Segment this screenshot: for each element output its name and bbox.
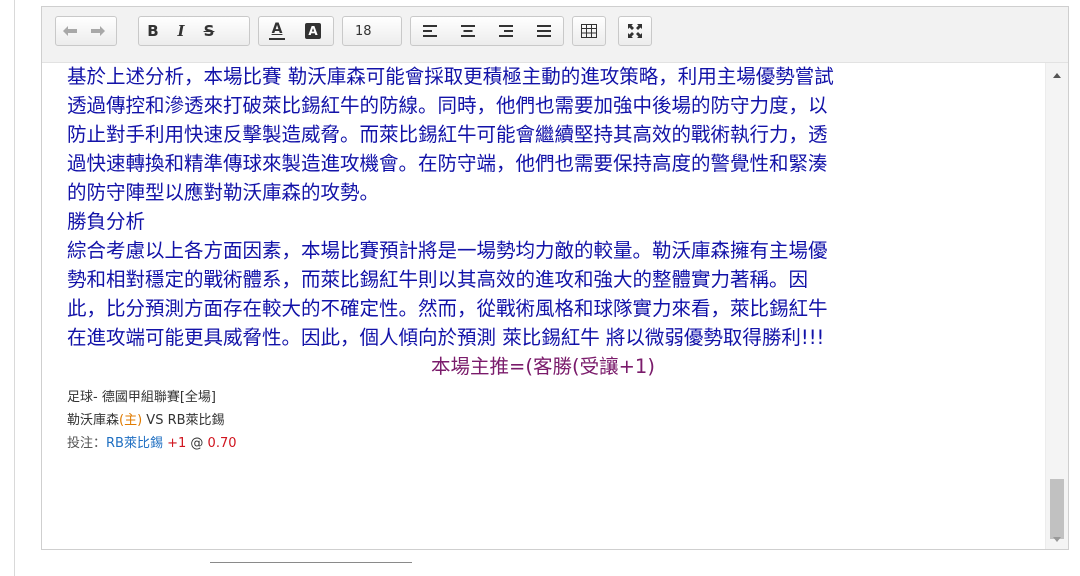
background-color-icon[interactable]: A: [295, 17, 331, 45]
scroll-up-arrow-icon[interactable]: [1046, 67, 1068, 83]
redo-icon[interactable]: [84, 17, 112, 45]
league-label: 足球- 德國甲組聯賽[全場]: [67, 390, 216, 405]
align-left-icon[interactable]: [416, 17, 444, 45]
paragraph-line: 防止對手利用快速反擊製造威脅。而萊比錫紅牛可能會繼續堅持其高效的戰術執行力，透: [67, 123, 828, 146]
page-left-divider: [14, 0, 15, 576]
align-right-icon[interactable]: [492, 17, 520, 45]
scrollbar-thumb[interactable]: [1050, 479, 1064, 539]
color-group: A A: [258, 16, 334, 46]
conclusion-line: 在進攻端可能更具威脅性。因此，個人傾向於預測 萊比錫紅牛 將以微弱優勢取得勝利!…: [67, 326, 825, 349]
undo-icon[interactable]: [56, 17, 84, 45]
conclusion-line: 此，比分預測方面存在較大的不確定性。然而，從戰術風格和球隊實力來看，萊比錫紅牛: [67, 297, 828, 320]
scroll-down-arrow-icon[interactable]: [1046, 531, 1068, 547]
bet-team: RB萊比錫: [106, 436, 163, 451]
paragraph-line: 的防守陣型以應對勒沃庫森的攻勢。: [67, 181, 380, 204]
vs-label: VS: [142, 413, 168, 428]
font-size-value: 18: [355, 23, 372, 39]
paragraph-line: 透過傳控和滲透來打破萊比錫紅牛的防線。同時，他們也需要加強中後場的防守力度，以: [67, 94, 828, 117]
font-color-label: A: [271, 21, 283, 37]
conclusion-line: 勢和相對穩定的戰術體系，而萊比錫紅牛則以其高效的進攻和強大的整體實力著稱。因: [67, 268, 809, 291]
away-team: RB萊比錫: [167, 413, 225, 428]
italic-label: I: [177, 22, 185, 40]
italic-icon[interactable]: I: [167, 17, 195, 45]
paragraph-line: 基於上述分析，本場比賽 勒沃庫森可能會採取更積極主動的進攻策略，利用主場優勢嘗試: [67, 65, 834, 88]
bet-line: 投注：RB萊比錫 +1 @ 0.70: [67, 435, 237, 453]
table-group: [572, 16, 606, 46]
font-color-icon[interactable]: A: [259, 17, 295, 45]
align-center-icon[interactable]: [454, 17, 482, 45]
home-tag: (主): [119, 413, 143, 428]
rich-text-editor[interactable]: B I S A A 18 基於上述分析，本場比賽 勒沃庫森可能會採取更積極主動的…: [41, 6, 1069, 550]
bet-label: 投注：: [67, 436, 107, 451]
bet-handicap: +1: [167, 436, 187, 451]
fullscreen-icon[interactable]: [621, 17, 649, 45]
bg-color-label: A: [305, 23, 321, 39]
font-size-select[interactable]: 18: [342, 16, 402, 46]
bet-odds: 0.70: [207, 436, 237, 451]
format-group: B I S: [138, 16, 250, 46]
bold-icon[interactable]: B: [139, 17, 167, 45]
history-group: [55, 16, 117, 46]
table-icon[interactable]: [575, 17, 603, 45]
section-heading: 勝負分析: [67, 210, 146, 233]
editor-toolbar: B I S A A 18: [42, 7, 1068, 63]
home-team: 勒沃庫森: [67, 413, 120, 428]
bet-at: @: [186, 436, 208, 451]
bold-label: B: [147, 22, 159, 40]
fullscreen-group: [618, 16, 652, 46]
justify-icon[interactable]: [530, 17, 558, 45]
alignment-group: [410, 16, 564, 46]
editor-scrollbar[interactable]: [1045, 63, 1068, 549]
strikethrough-icon[interactable]: S: [195, 17, 223, 45]
below-editor-divider: [210, 562, 412, 563]
match-teams: 勒沃庫森(主) VS RB萊比錫: [67, 412, 225, 430]
paragraph-line: 過快速轉換和精準傳球來製造進攻機會。在防守端，他們也需要保持高度的警覺性和緊湊: [67, 152, 828, 175]
font-color-swatch: [269, 38, 285, 40]
main-pick: 本場主推=(客勝(受讓+1): [431, 355, 655, 378]
conclusion-line: 綜合考慮以上各方面因素，本場比賽預計將是一場勢均力敵的較量。勒沃庫森擁有主場優: [67, 239, 828, 262]
strike-label: S: [203, 22, 215, 40]
editor-content[interactable]: 基於上述分析，本場比賽 勒沃庫森可能會採取更積極主動的進攻策略，利用主場優勢嘗試…: [42, 63, 1044, 549]
